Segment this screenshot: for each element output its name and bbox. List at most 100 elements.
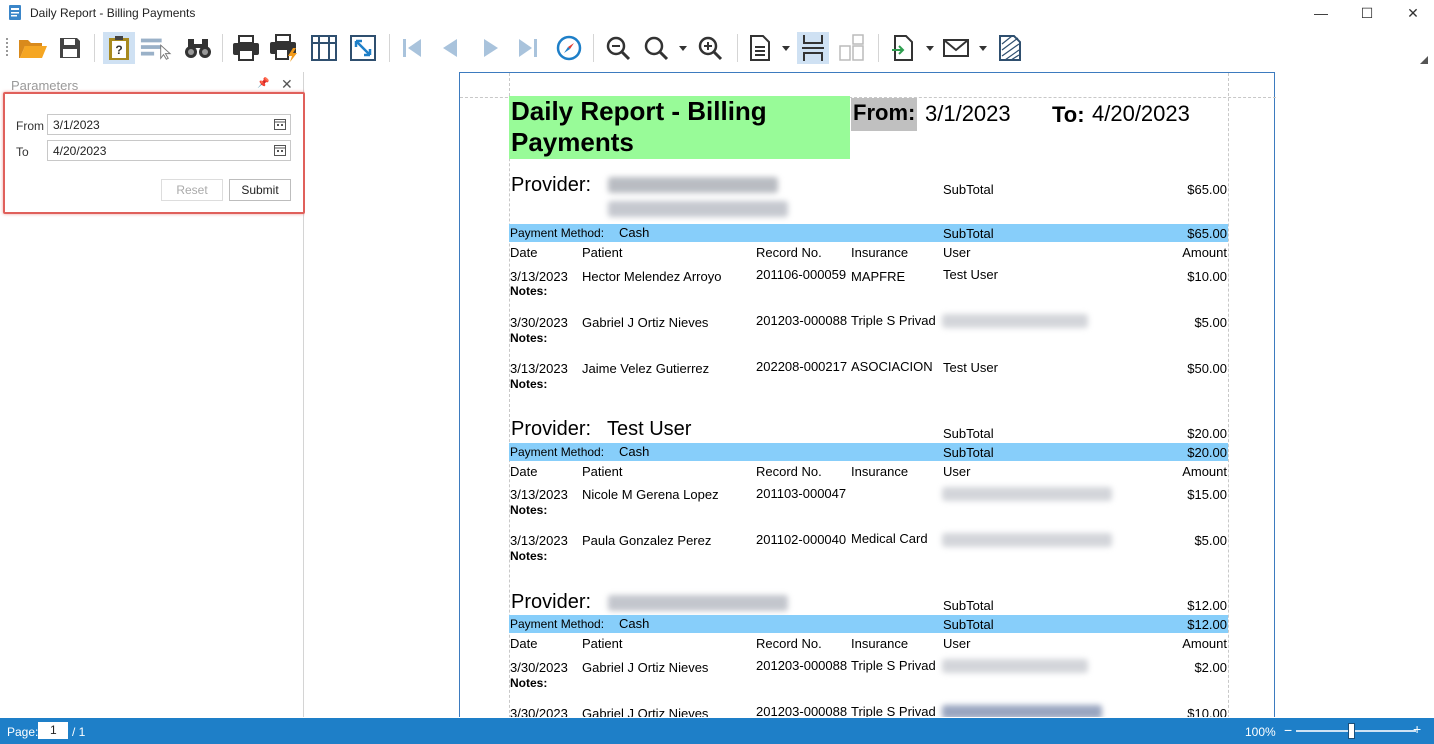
export-dropdown-arrow-icon[interactable] [926,46,934,52]
payment-method-subtotal: $12.00 [1187,617,1227,632]
notes-label: Notes: [510,676,548,690]
email-dropdown-arrow-icon[interactable] [979,46,987,52]
first-page-button[interactable] [396,32,428,64]
submit-button[interactable]: Submit [229,179,291,201]
row-record: 201106-000059 [756,267,847,282]
single-page-button[interactable] [744,32,776,64]
zoom-minus-button[interactable]: − [1284,722,1292,738]
zoom-level: 100% [1245,725,1276,739]
last-page-icon [519,39,537,57]
toolbar-grip[interactable] [6,38,8,58]
subtotal-label: SubTotal [943,182,994,197]
open-button[interactable] [17,32,49,64]
toolbar: ? [0,26,1434,70]
col-amount: Amount [1182,464,1227,479]
row-patient: Hector Melendez Arroyo [582,269,722,284]
zoom-plus-button[interactable]: + [1413,721,1421,737]
to-value: 4/20/2023 [1092,101,1190,126]
row-insurance: Triple S Privad [851,313,936,328]
watermark-button[interactable] [994,32,1026,64]
row-record: 201203-000088 [756,658,848,673]
reset-button[interactable]: Reset [161,179,223,201]
col-patient: Patient [582,636,623,651]
binoculars-icon [185,39,211,58]
previous-page-button[interactable] [434,32,466,64]
select-tool-button[interactable] [140,32,172,64]
row-amount: $2.00 [1194,660,1227,675]
user-redacted [942,487,1112,501]
next-page-button[interactable] [475,32,507,64]
provider-name-redacted [608,595,788,611]
svg-text:?: ? [115,43,122,57]
zoom-in-icon [698,36,723,61]
col-insurance: Insurance [851,464,909,479]
status-bar: Page: 1 / 1 100% − + [0,718,1434,744]
from-date-field[interactable]: 3/1/2023 [47,114,291,135]
navigation-button[interactable] [553,32,585,64]
report-viewer[interactable]: Daily Report - Billing Payments From: 3/… [305,72,1434,717]
subtotal-label: SubTotal [943,617,994,632]
page-setup-button[interactable] [308,32,340,64]
previous-page-icon [443,39,457,57]
minimize-button[interactable]: — [1298,0,1344,26]
provider-name-redacted [608,177,778,193]
page-number-input[interactable]: 1 [38,722,68,739]
user-redacted [942,659,1088,673]
row-date: 3/13/2023 [510,269,568,284]
to-caption: To: [1052,102,1085,127]
continuous-view-button[interactable] [797,32,829,64]
zoom-dropdown-arrow-icon[interactable] [679,46,687,52]
calendar-icon[interactable] [274,118,286,130]
multi-page-button[interactable] [836,32,868,64]
zoom-out-icon [606,36,631,61]
window-title: Daily Report - Billing Payments [30,6,196,20]
zoom-slider-thumb[interactable] [1348,723,1355,739]
from-caption: From: [851,98,918,131]
maximize-button[interactable]: ☐ [1344,0,1390,26]
notes-label: Notes: [510,331,548,345]
row-patient: Gabriel J Ortiz Nieves [582,660,709,675]
zoom-button[interactable] [640,32,672,64]
export-icon [892,35,913,61]
zoom-out-button[interactable] [602,32,634,64]
provider-label: Provider: [511,174,592,196]
quick-print-button[interactable] [268,32,300,64]
page-total: / 1 [72,725,86,739]
calendar-icon[interactable] [274,144,286,156]
payment-method-value: Cash [619,616,650,631]
provider-subtotal: $12.00 [1187,598,1227,613]
row-date: 3/13/2023 [510,533,568,548]
zoom-slider[interactable] [1296,730,1416,732]
col-record: Record No. [756,464,822,479]
row-amount: $5.00 [1194,533,1227,548]
row-amount: $15.00 [1187,487,1227,502]
close-window-button[interactable]: ✕ [1390,0,1434,26]
zoom-in-button[interactable] [694,32,726,64]
close-panel-icon[interactable]: ✕ [281,76,293,93]
pin-icon[interactable]: 📌 [257,78,269,89]
provider-name: Test User [607,418,692,440]
notes-label: Notes: [510,377,548,391]
find-button[interactable] [182,32,214,64]
col-record: Record No. [756,636,822,651]
payment-method-bar [509,224,1228,242]
col-user: User [943,245,971,260]
fit-page-button[interactable] [347,32,379,64]
row-amount: $10.00 [1187,706,1227,717]
save-button[interactable] [54,32,86,64]
toolbar-overflow-icon[interactable] [1420,56,1428,64]
row-insurance: Triple S Privad [851,658,936,673]
to-date-field[interactable]: 4/20/2023 [47,140,291,161]
export-button[interactable] [887,32,919,64]
print-button[interactable] [230,32,262,64]
view-dropdown-arrow-icon[interactable] [782,46,790,52]
col-patient: Patient [582,464,623,479]
save-icon [60,38,80,58]
col-user: User [943,464,971,479]
parameters-button[interactable]: ? [103,32,135,64]
last-page-button[interactable] [512,32,544,64]
email-button[interactable] [940,32,972,64]
print-icon [233,35,259,61]
payment-method-subtotal: $20.00 [1187,445,1227,460]
navigation-compass-icon [556,35,582,61]
